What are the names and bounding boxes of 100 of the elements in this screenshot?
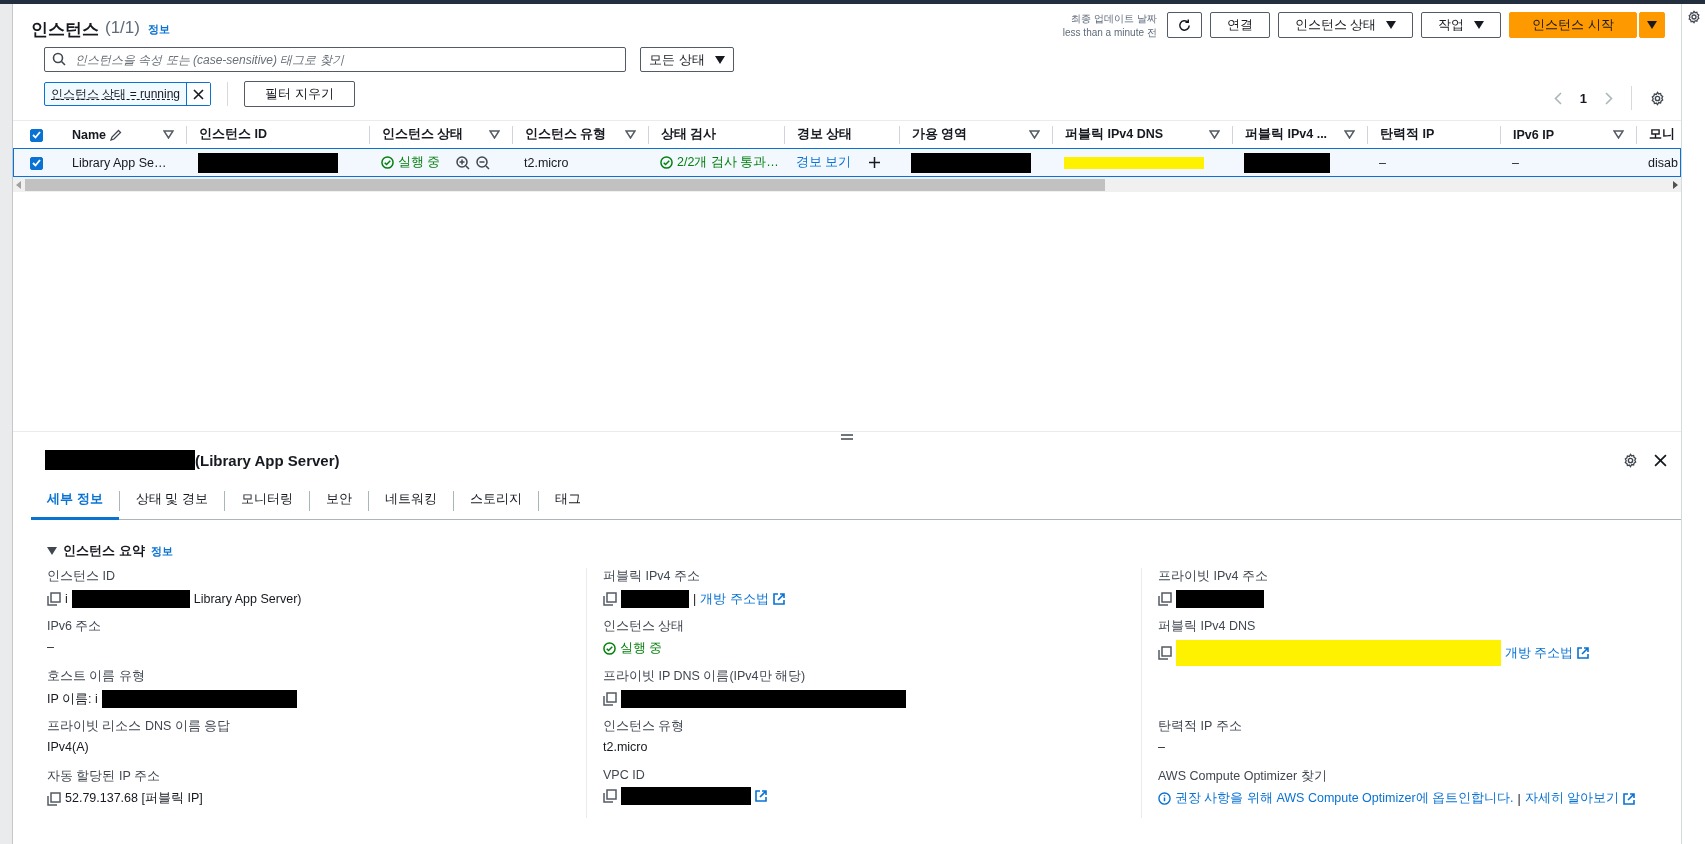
- column-header[interactable]: IPv6 IP: [1500, 125, 1636, 144]
- actions-button[interactable]: 작업: [1421, 12, 1502, 38]
- connect-button[interactable]: 연결: [1209, 12, 1270, 38]
- details-title: (Library App Server): [195, 451, 340, 469]
- check-circle-icon: [381, 156, 394, 169]
- launch-button[interactable]: 인스턴스 시작: [1509, 12, 1637, 38]
- filter-icon[interactable]: [1029, 130, 1040, 139]
- checkbox[interactable]: [30, 156, 43, 170]
- filter-icon[interactable]: [1209, 130, 1220, 139]
- table-row[interactable]: Library App Se… 실행 중 t2.micro 2/2개 검사 통과… 경보 보기 – – disab: [13, 148, 1681, 177]
- field-label: 인스턴스 유형: [603, 718, 686, 735]
- page-number[interactable]: 1: [1579, 90, 1587, 106]
- column-header[interactable]: 탄력적 IP: [1367, 125, 1500, 144]
- tab[interactable]: 태그: [538, 482, 597, 520]
- check-circle-icon: [603, 642, 616, 655]
- field-link[interactable]: 개방 주소법: [700, 590, 769, 608]
- instance-state-button[interactable]: 인스턴스 상태: [1277, 12, 1414, 38]
- filter-token[interactable]: 인스턴스 상태 = running: [44, 82, 212, 106]
- field-value: –: [1158, 740, 1165, 754]
- field-label: 프라이빗 IP DNS 이름(IPv4만 해당): [603, 668, 807, 685]
- state-dropdown[interactable]: 모든 상태: [640, 47, 734, 72]
- filter-icon[interactable]: [489, 130, 500, 139]
- field-value: t2.micro: [603, 740, 648, 754]
- tab[interactable]: 세부 정보: [31, 482, 119, 520]
- column-header[interactable]: 퍼블릭 IPv4 ...: [1232, 125, 1367, 144]
- column-header[interactable]: 인스턴스 유형: [512, 125, 648, 144]
- close-icon[interactable]: [1654, 453, 1667, 467]
- field-label: 퍼블릭 IPv4 주소: [603, 568, 701, 585]
- column-header[interactable]: 경보 상태: [784, 125, 899, 144]
- section-title: 인스턴스 요약: [63, 542, 145, 560]
- clear-filters-button[interactable]: 필터 지우기: [244, 81, 355, 107]
- field-link[interactable]: 권장 사항을 위해 AWS Compute Optimizer에 옵트인합니다.: [1175, 790, 1514, 807]
- field-link[interactable]: 자세히 알아보기: [1524, 790, 1620, 807]
- caret-icon[interactable]: [47, 547, 57, 555]
- scroll-right-icon[interactable]: [1673, 180, 1678, 189]
- horizontal-scrollbar[interactable]: [13, 177, 1681, 192]
- add-icon[interactable]: [869, 157, 881, 168]
- caret-icon: [1386, 21, 1397, 29]
- field-value: Library App Server): [193, 592, 302, 606]
- copy-icon[interactable]: [47, 592, 61, 606]
- filter-icon[interactable]: [1344, 130, 1355, 139]
- field-label: 프라이빗 IPv4 주소: [1158, 568, 1269, 585]
- field-label: 인스턴스 ID: [47, 568, 116, 585]
- info-link[interactable]: 정보: [150, 543, 173, 559]
- caret-icon: [714, 55, 725, 64]
- copy-icon[interactable]: [1158, 592, 1172, 606]
- filter-icon[interactable]: [1613, 130, 1624, 139]
- column-header[interactable]: Name: [60, 125, 186, 144]
- column-header[interactable]: 상태 검사: [648, 125, 784, 144]
- instance-count: (1/1): [105, 18, 140, 38]
- tab[interactable]: 모니터링: [224, 482, 309, 520]
- status-label: 실행 중: [603, 640, 663, 657]
- column-header[interactable]: 가용 영역: [899, 125, 1052, 144]
- settings-icon[interactable]: [1623, 452, 1638, 468]
- tab[interactable]: 네트워킹: [368, 482, 453, 520]
- refresh-button[interactable]: [1166, 12, 1202, 38]
- external-link-icon[interactable]: [772, 593, 785, 605]
- copy-icon[interactable]: [1158, 646, 1172, 660]
- copy-icon[interactable]: [603, 592, 617, 606]
- filter-icon[interactable]: [625, 130, 636, 139]
- external-link-icon[interactable]: [1577, 647, 1590, 659]
- table-cell-text: t2.micro: [523, 155, 570, 170]
- filter-icon[interactable]: [163, 130, 174, 139]
- search-field[interactable]: 인스턴스을 속성 또는 (case-sensitive) 태그로 찾기: [44, 47, 626, 72]
- column-header[interactable]: 인스턴스 상태: [369, 125, 512, 144]
- copy-icon[interactable]: [603, 789, 617, 803]
- vertical-scrollbar[interactable]: [0, 4, 13, 844]
- field-label: 프라이빗 리소스 DNS 이름 응답: [47, 718, 232, 735]
- launch-menu-button[interactable]: [1639, 12, 1665, 38]
- field-label: AWS Compute Optimizer 찾기: [1158, 768, 1328, 785]
- field-value: IP 이름: i: [47, 690, 98, 708]
- settings-icon[interactable]: [1686, 10, 1701, 24]
- column-header[interactable]: 인스턴스 ID: [186, 125, 369, 144]
- table-cell-text: –: [1378, 155, 1387, 170]
- table-cell-text: Library App Se…: [71, 155, 168, 170]
- updated-time: less than a minute 전: [1062, 26, 1157, 40]
- caret-icon: [1474, 21, 1485, 29]
- field-label: 탄력적 IP 주소: [1158, 718, 1243, 735]
- table-cell-text: –: [1511, 155, 1520, 170]
- zoom-in-icon[interactable]: [456, 155, 471, 170]
- external-link-icon[interactable]: [755, 790, 767, 802]
- tab[interactable]: 보안: [309, 482, 368, 520]
- field-label: 호스트 이름 유형: [47, 668, 146, 685]
- table-cell-text: disab: [1647, 155, 1679, 170]
- page-title: 인스턴스: [31, 19, 99, 41]
- field-label: IPv6 주소: [47, 618, 103, 635]
- external-link-icon[interactable]: [1623, 792, 1636, 805]
- close-icon[interactable]: [186, 83, 211, 105]
- resize-handle[interactable]: [841, 434, 853, 440]
- tab[interactable]: 스토리지: [453, 482, 538, 520]
- copy-icon[interactable]: [603, 692, 617, 706]
- tab[interactable]: 상태 및 경보: [119, 482, 224, 520]
- copy-icon[interactable]: [47, 791, 61, 806]
- zoom-out-icon[interactable]: [476, 155, 491, 170]
- view-alarms-link[interactable]: 경보 보기: [796, 154, 852, 171]
- settings-icon[interactable]: [1650, 90, 1665, 106]
- field-link[interactable]: 개방 주소법: [1505, 644, 1574, 662]
- info-link[interactable]: 정보: [147, 22, 170, 37]
- column-header[interactable]: 퍼블릭 IPv4 DNS: [1052, 125, 1232, 144]
- checkbox[interactable]: [30, 128, 43, 142]
